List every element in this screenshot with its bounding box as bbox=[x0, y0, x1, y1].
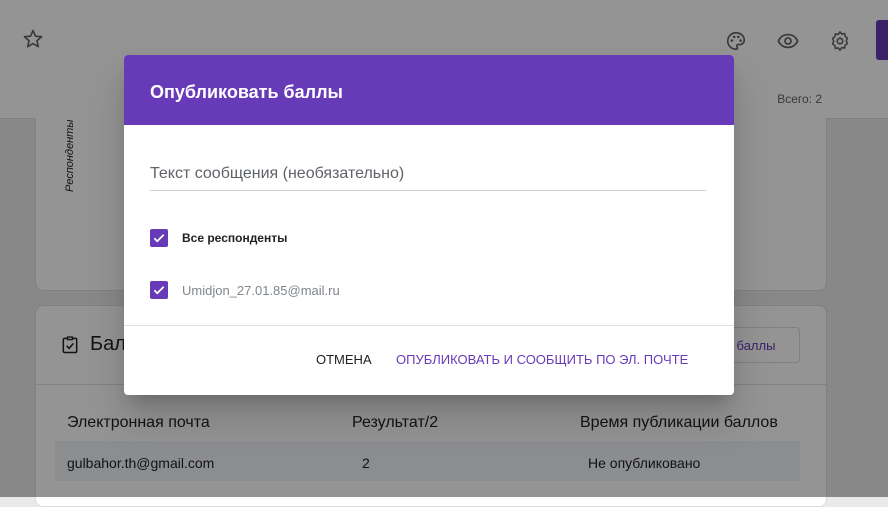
dialog-divider bbox=[124, 325, 734, 326]
respondent-checkbox-row[interactable]: Umidjon_27.01.85@mail.ru bbox=[150, 281, 340, 299]
respondent-checkbox[interactable] bbox=[150, 281, 168, 299]
publish-scores-dialog: Опубликовать баллы Все респонденты Umidj… bbox=[124, 55, 734, 395]
all-respondents-checkbox[interactable] bbox=[150, 229, 168, 247]
dialog-title: Опубликовать баллы bbox=[150, 82, 343, 102]
all-respondents-checkbox-row[interactable]: Все респонденты bbox=[150, 229, 287, 247]
dialog-header: Опубликовать баллы bbox=[124, 55, 734, 125]
check-icon bbox=[153, 234, 165, 243]
respondent-email-label: Umidjon_27.01.85@mail.ru bbox=[182, 282, 340, 298]
all-respondents-label: Все респонденты bbox=[182, 231, 288, 245]
cancel-button[interactable]: ОТМЕНА bbox=[316, 352, 372, 367]
check-icon bbox=[153, 286, 165, 295]
message-input[interactable] bbox=[150, 157, 706, 191]
publish-and-notify-button[interactable]: ОПУБЛИКОВАТЬ И СООБЩИТЬ ПО ЭЛ. ПОЧТЕ bbox=[396, 352, 688, 367]
